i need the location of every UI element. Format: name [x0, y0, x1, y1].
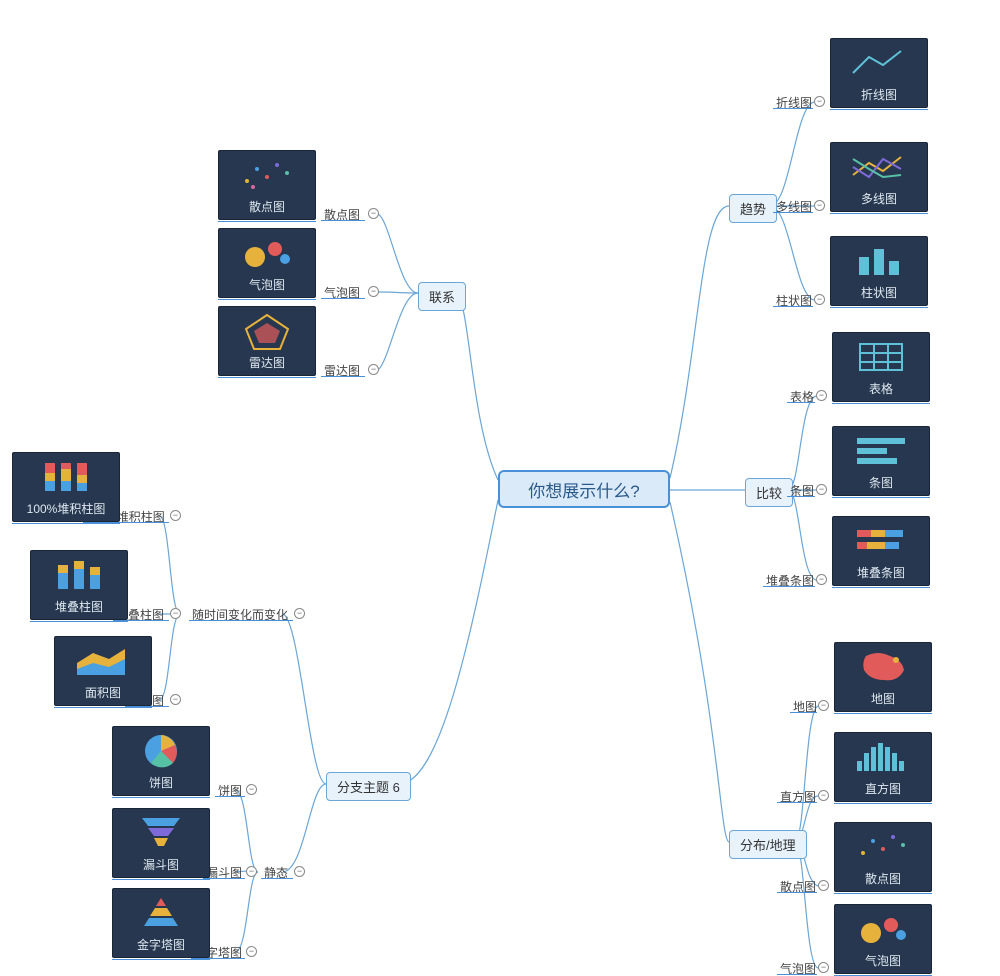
bubble-icon — [835, 905, 931, 952]
histogram-icon — [835, 733, 931, 780]
card-scatter2[interactable]: 散点图 — [834, 822, 932, 892]
collapse-icon[interactable]: − — [294, 608, 305, 619]
collapse-icon[interactable]: − — [294, 866, 305, 877]
collapse-icon[interactable]: − — [816, 484, 827, 495]
scatter-icon — [835, 823, 931, 870]
card-multiline[interactable]: 多线图 — [830, 142, 928, 212]
card-pie[interactable]: 饼图 — [112, 726, 210, 796]
node-relation[interactable]: 联系 — [418, 282, 466, 311]
card-line[interactable]: 折线图 — [830, 38, 928, 108]
collapse-icon[interactable]: − — [170, 608, 181, 619]
scatter-icon — [219, 151, 315, 198]
hbar-icon — [833, 427, 929, 474]
collapse-icon[interactable]: − — [368, 208, 379, 219]
collapse-icon[interactable]: − — [816, 390, 827, 401]
collapse-icon[interactable]: − — [814, 294, 825, 305]
radar-icon — [219, 307, 315, 354]
card-pyramid[interactable]: 金字塔图 — [112, 888, 210, 958]
collapse-icon[interactable]: − — [814, 96, 825, 107]
bar-icon — [831, 237, 927, 284]
collapse-icon[interactable]: − — [818, 880, 829, 891]
collapse-icon[interactable]: − — [170, 510, 181, 521]
collapse-icon[interactable]: − — [368, 364, 379, 375]
center-label: 你想展示什么? — [528, 477, 639, 502]
card-stackbar[interactable]: 堆叠柱图 — [30, 550, 128, 620]
card-area[interactable]: 面积图 — [54, 636, 152, 706]
card-table[interactable]: 表格 — [832, 332, 930, 402]
collapse-icon[interactable]: − — [246, 784, 257, 795]
map-icon — [835, 643, 931, 690]
collapse-icon[interactable]: − — [246, 946, 257, 957]
node-sub6[interactable]: 分支主题 6 — [326, 772, 411, 801]
card-stackhbar[interactable]: 堆叠条图 — [832, 516, 930, 586]
center-node[interactable]: 你想展示什么? — [498, 470, 670, 508]
line-icon — [831, 39, 927, 86]
pie-icon — [113, 727, 209, 774]
funnel-icon — [113, 809, 209, 856]
collapse-icon[interactable]: − — [818, 700, 829, 711]
card-bubble2[interactable]: 气泡图 — [834, 904, 932, 974]
card-hbar[interactable]: 条图 — [832, 426, 930, 496]
stack100-icon — [13, 453, 119, 500]
node-trend[interactable]: 趋势 — [729, 194, 777, 223]
collapse-icon[interactable]: − — [814, 200, 825, 211]
card-stack100[interactable]: 100%堆积柱图 — [12, 452, 120, 522]
table-icon — [833, 333, 929, 380]
node-distribution[interactable]: 分布/地理 — [729, 830, 807, 859]
pyramid-icon — [113, 889, 209, 936]
area-icon — [55, 637, 151, 684]
card-bar[interactable]: 柱状图 — [830, 236, 928, 306]
collapse-icon[interactable]: − — [818, 962, 829, 973]
bubble-icon — [219, 229, 315, 276]
collapse-icon[interactable]: − — [818, 790, 829, 801]
card-bubble[interactable]: 气泡图 — [218, 228, 316, 298]
collapse-icon[interactable]: − — [368, 286, 379, 297]
card-scatter[interactable]: 散点图 — [218, 150, 316, 220]
collapse-icon[interactable]: − — [816, 574, 827, 585]
node-compare[interactable]: 比较 — [745, 478, 793, 507]
card-funnel[interactable]: 漏斗图 — [112, 808, 210, 878]
stackbar-icon — [31, 551, 127, 598]
card-histogram[interactable]: 直方图 — [834, 732, 932, 802]
multiline-icon — [831, 143, 927, 190]
stackhbar-icon — [833, 517, 929, 564]
card-map[interactable]: 地图 — [834, 642, 932, 712]
collapse-icon[interactable]: − — [170, 694, 181, 705]
collapse-icon[interactable]: − — [246, 866, 257, 877]
card-radar[interactable]: 雷达图 — [218, 306, 316, 376]
